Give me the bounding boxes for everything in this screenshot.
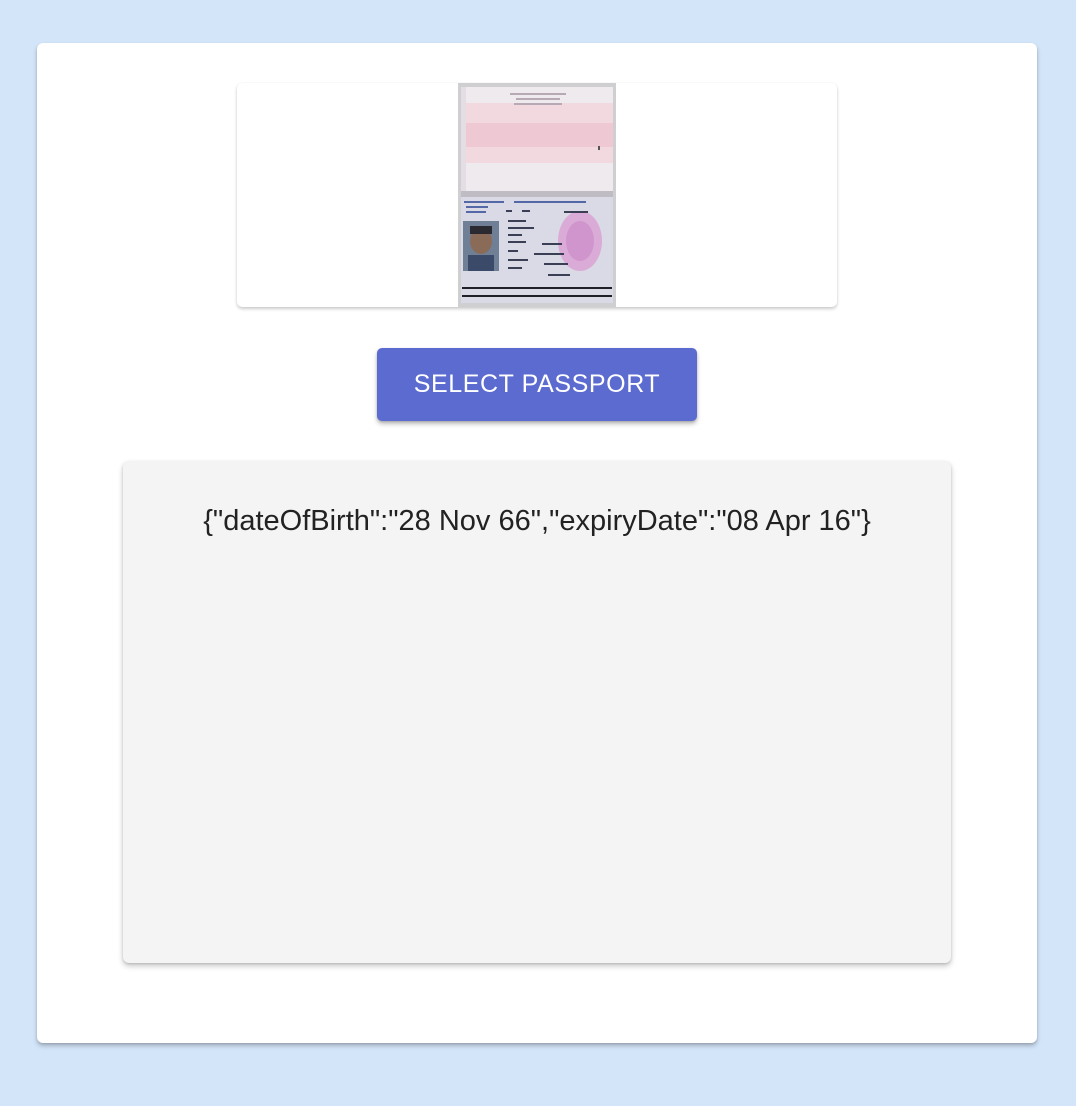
passport-preview-frame (237, 83, 837, 307)
select-passport-button[interactable]: Select Passport (377, 348, 697, 421)
result-panel: {"dateOfBirth":"28 Nov 66","expiryDate":… (123, 461, 951, 963)
result-json-text: {"dateOfBirth":"28 Nov 66","expiryDate":… (203, 505, 871, 537)
passport-image (458, 83, 616, 307)
main-card: Select Passport {"dateOfBirth":"28 Nov 6… (37, 43, 1037, 1043)
